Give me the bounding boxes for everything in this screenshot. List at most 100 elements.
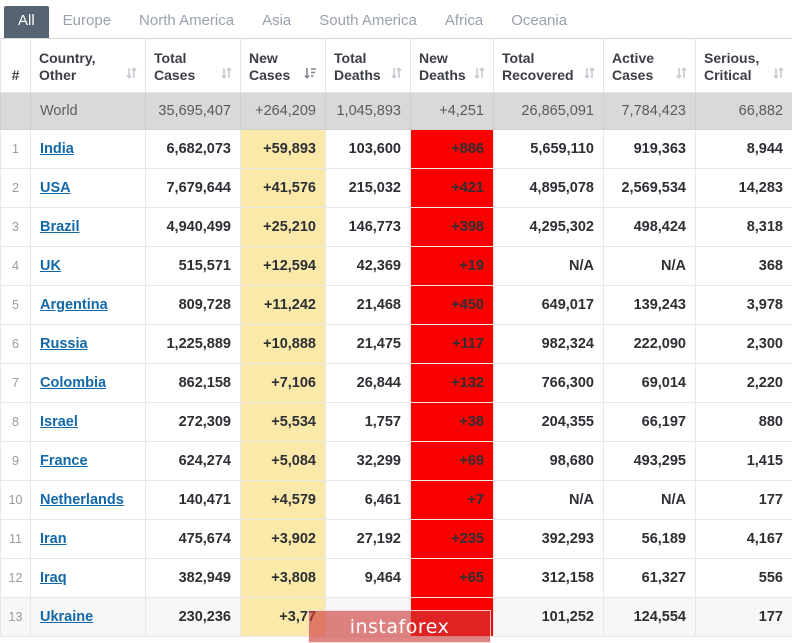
column-header-new-cases[interactable]: New Cases — [240, 38, 326, 93]
instaforex-watermark: instaforex — [308, 610, 491, 643]
column-header-line2: Cases — [249, 67, 291, 83]
cell-new-deaths: +69 — [410, 441, 494, 481]
cell-country[interactable]: Brazil — [30, 207, 146, 247]
cell-country[interactable]: Ukraine — [30, 597, 146, 637]
column-header-line1: Serious, — [704, 50, 760, 66]
cell-total-deaths: 27,192 — [325, 519, 411, 559]
cell-total-deaths: 21,475 — [325, 324, 411, 364]
country-link[interactable]: Iraq — [40, 570, 67, 586]
cell-total-cases: 624,274 — [145, 441, 241, 481]
cell-total-cases: 1,225,889 — [145, 324, 241, 364]
column-header-line1: Country, — [39, 50, 96, 66]
sort-both-icon[interactable] — [773, 66, 784, 83]
cell-index: 1 — [0, 129, 31, 169]
tab-label: North America — [139, 12, 235, 29]
cell-country[interactable]: Netherlands — [30, 480, 146, 520]
cell-total-deaths: 26,844 — [325, 363, 411, 403]
tab-africa[interactable]: Africa — [431, 6, 497, 38]
tab-europe[interactable]: Europe — [49, 6, 125, 38]
cell-total-recovered: 312,158 — [493, 558, 604, 598]
country-link[interactable]: India — [40, 141, 74, 157]
cell-active-cases: 139,243 — [603, 285, 696, 325]
cell-country[interactable]: Iraq — [30, 558, 146, 598]
table-row-world: World 35,695,407 +264,209 1,045,893 +4,2… — [0, 92, 792, 130]
cell-country[interactable]: India — [30, 129, 146, 169]
cell-new-cases: +5,084 — [240, 441, 326, 481]
cell-country[interactable]: UK — [30, 246, 146, 286]
country-link[interactable]: Argentina — [40, 297, 108, 313]
column-header-serious-critical[interactable]: Serious, Critical — [695, 38, 792, 93]
table-row: 9 France 624,274 +5,084 32,299 +69 98,680 493,2… — [0, 441, 792, 481]
country-link[interactable]: Colombia — [40, 375, 106, 391]
cell-index: 5 — [0, 285, 31, 325]
cell-total-recovered: 766,300 — [493, 363, 604, 403]
tab-label: Europe — [62, 12, 112, 29]
sort-both-icon[interactable] — [584, 66, 595, 83]
country-link[interactable]: UK — [40, 258, 61, 274]
cell-new-cases: +3,902 — [240, 519, 326, 559]
cell-new-deaths: +117 — [410, 324, 494, 364]
column-header-total-recovered[interactable]: Total Recovered — [493, 38, 604, 93]
sort-both-icon[interactable] — [676, 66, 687, 83]
cell-serious-critical: 8,318 — [695, 207, 792, 247]
cell-country[interactable]: USA — [30, 168, 146, 208]
cell-index: 10 — [0, 480, 31, 520]
cell-total-deaths: 1,045,893 — [325, 92, 411, 130]
column-header-line1: New — [419, 50, 448, 66]
cell-new-deaths: +65 — [410, 558, 494, 598]
cell-country[interactable]: Iran — [30, 519, 146, 559]
cell-index: 13 — [0, 597, 31, 637]
tab-north-america[interactable]: North America — [125, 6, 248, 38]
cell-country[interactable]: Israel — [30, 402, 146, 442]
tab-label: Asia — [262, 12, 292, 29]
cell-serious-critical: 556 — [695, 558, 792, 598]
cell-country: World — [30, 92, 146, 130]
sort-both-icon[interactable] — [126, 66, 137, 83]
tab-south-america[interactable]: South America — [305, 6, 431, 38]
column-header-total-cases[interactable]: Total Cases — [145, 38, 241, 93]
country-link[interactable]: France — [40, 453, 88, 469]
continent-tab-bar: All Europe North America Asia South Amer… — [0, 0, 792, 38]
cell-serious-critical: 368 — [695, 246, 792, 286]
sort-both-icon[interactable] — [391, 66, 402, 83]
cell-total-deaths: 146,773 — [325, 207, 411, 247]
column-header-active-cases[interactable]: Active Cases — [603, 38, 696, 93]
country-link[interactable]: Netherlands — [40, 492, 124, 508]
tab-label: South America — [319, 12, 417, 29]
country-link[interactable]: Ukraine — [40, 609, 93, 625]
column-header-total-deaths[interactable]: Total Deaths — [325, 38, 411, 93]
column-header-line2: Deaths — [419, 67, 466, 83]
cell-serious-critical: 8,944 — [695, 129, 792, 169]
country-link[interactable]: Brazil — [40, 219, 80, 235]
cell-active-cases: 66,197 — [603, 402, 696, 442]
sort-both-icon[interactable] — [221, 66, 232, 83]
cell-serious-critical: 14,283 — [695, 168, 792, 208]
cell-active-cases: 7,784,423 — [603, 92, 696, 130]
country-link[interactable]: USA — [40, 180, 71, 196]
tab-oceania[interactable]: Oceania — [497, 6, 581, 38]
cell-total-cases: 862,158 — [145, 363, 241, 403]
cell-serious-critical: 2,300 — [695, 324, 792, 364]
sort-both-icon[interactable] — [474, 66, 485, 83]
cell-new-cases: +3,808 — [240, 558, 326, 598]
column-header-country[interactable]: Country, Other — [30, 38, 146, 93]
column-header-line1: New — [249, 50, 278, 66]
cell-country[interactable]: France — [30, 441, 146, 481]
cell-active-cases: N/A — [603, 246, 696, 286]
cell-country[interactable]: Russia — [30, 324, 146, 364]
country-link[interactable]: Israel — [40, 414, 78, 430]
country-link[interactable]: Russia — [40, 336, 88, 352]
cell-country[interactable]: Colombia — [30, 363, 146, 403]
tab-asia[interactable]: Asia — [248, 6, 305, 38]
cell-country[interactable]: Argentina — [30, 285, 146, 325]
cell-new-deaths: +421 — [410, 168, 494, 208]
cell-total-deaths: 42,369 — [325, 246, 411, 286]
sort-amount-desc-icon[interactable] — [304, 66, 317, 83]
cell-new-cases: +25,210 — [240, 207, 326, 247]
tab-all[interactable]: All — [4, 6, 49, 38]
column-header-new-deaths[interactable]: New Deaths — [410, 38, 494, 93]
country-link[interactable]: Iran — [40, 531, 67, 547]
cell-active-cases: 124,554 — [603, 597, 696, 637]
column-header-index[interactable]: # — [0, 38, 31, 93]
table-row: 6 Russia 1,225,889 +10,888 21,475 +117 982,324… — [0, 324, 792, 364]
